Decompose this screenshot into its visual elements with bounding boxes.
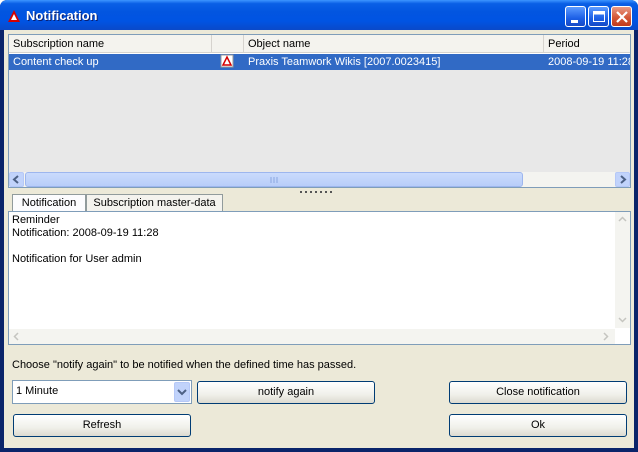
table-row[interactable]: Content check up Praxis Teamwork Wikis [… <box>9 54 630 70</box>
notify-again-button[interactable]: notify again <box>197 381 375 404</box>
details-vertical-scrollbar[interactable] <box>615 212 630 328</box>
details-horizontal-scrollbar[interactable] <box>9 329 615 344</box>
column-header-icon[interactable] <box>212 35 244 53</box>
interval-selected-value: 1 Minute <box>16 385 59 397</box>
column-header-subscription-name[interactable]: Subscription name <box>9 35 212 53</box>
close-icon <box>616 11 628 23</box>
detail-line: Notification for User admin <box>12 253 142 265</box>
chevron-left-icon <box>12 175 19 184</box>
row-subscription-name: Content check up <box>13 56 99 68</box>
notification-details[interactable]: Reminder Notification: 2008-09-19 11:28 … <box>8 211 631 345</box>
ok-button[interactable]: Ok <box>449 414 627 437</box>
maximize-button[interactable] <box>588 6 609 27</box>
app-icon <box>8 10 20 22</box>
grip-icon <box>270 177 278 183</box>
row-period: 2008-09-19 11:28 <box>548 56 630 68</box>
list-horizontal-scrollbar[interactable] <box>9 172 630 187</box>
chevron-down-icon <box>618 317 627 323</box>
notification-window: Notification Subscription name Object na… <box>0 0 638 452</box>
subscription-list[interactable]: Subscription name Object name Period Con… <box>8 34 631 188</box>
window-title: Notification <box>26 8 98 23</box>
column-header-object-name[interactable]: Object name <box>244 35 544 53</box>
list-header: Subscription name Object name Period <box>9 35 630 53</box>
row-object-name: Praxis Teamwork Wikis [2007.0023415] <box>248 56 441 68</box>
splitter-grip[interactable] <box>300 190 336 194</box>
refresh-button[interactable]: Refresh <box>13 414 191 437</box>
chevron-left-icon <box>13 332 19 341</box>
chevron-right-icon <box>620 175 627 184</box>
minimize-icon <box>571 20 578 23</box>
minimize-button[interactable] <box>565 6 586 27</box>
detail-line: Notification: 2008-09-19 11:28 <box>12 227 159 239</box>
chevron-right-icon <box>603 332 609 341</box>
scroll-thumb[interactable] <box>25 172 523 187</box>
maximize-icon <box>593 11 605 22</box>
close-button[interactable] <box>611 6 632 27</box>
scroll-right-button[interactable] <box>615 172 630 187</box>
chevron-down-icon <box>177 389 187 396</box>
dropdown-button[interactable] <box>174 382 190 402</box>
close-notification-button[interactable]: Close notification <box>449 381 627 404</box>
chevron-up-icon <box>618 216 627 222</box>
detail-line: Reminder <box>12 214 60 226</box>
notify-hint-text: Choose "notify again" to be notified whe… <box>12 359 357 371</box>
dialog-body: Subscription name Object name Period Con… <box>4 30 634 448</box>
column-header-period[interactable]: Period <box>544 35 630 53</box>
list-empty-area <box>9 70 630 172</box>
pdf-file-icon <box>216 54 244 70</box>
interval-select[interactable]: 1 Minute <box>12 380 192 404</box>
scroll-left-button[interactable] <box>9 172 24 187</box>
tab-subscription-master-data[interactable]: Subscription master-data <box>86 194 223 212</box>
title-bar[interactable]: Notification <box>0 0 638 30</box>
